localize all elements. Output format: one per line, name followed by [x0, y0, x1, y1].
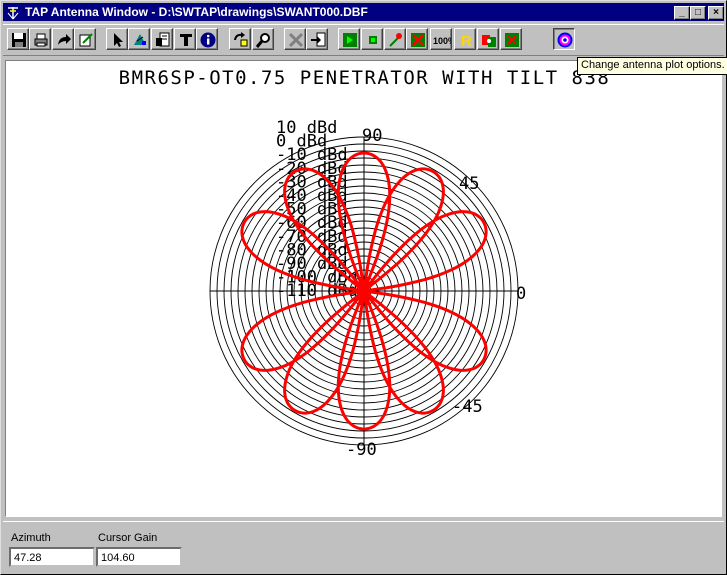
r-button[interactable]: R — [454, 28, 476, 50]
document-edit-icon — [156, 32, 170, 47]
window-title: TAP Antenna Window - D:\SWTAP\drawings\S… — [25, 5, 368, 19]
antenna-pattern-icon — [134, 34, 146, 45]
print-button[interactable] — [29, 28, 51, 50]
red-tool-button[interactable] — [406, 28, 428, 50]
angle-label-90: 90 — [362, 126, 382, 146]
red-square-icon — [411, 33, 425, 47]
close-button[interactable]: × — [708, 6, 724, 20]
probe-button[interactable] — [384, 28, 406, 50]
probe-icon — [389, 33, 402, 47]
rotate-button[interactable] — [229, 28, 251, 50]
angle-label-neg90: -90 — [346, 440, 377, 460]
compare-button[interactable] — [477, 28, 499, 50]
pattern-button[interactable] — [128, 28, 150, 50]
green-tool-1-button[interactable] — [338, 28, 360, 50]
x-delete-icon — [288, 32, 304, 48]
info-button[interactable] — [196, 28, 218, 50]
zoom-button[interactable] — [252, 28, 274, 50]
angle-label-neg45: -45 — [452, 397, 483, 417]
text-t-icon — [180, 34, 192, 46]
angle-label-45: 45 — [459, 174, 479, 194]
toolbar: 100% R — [3, 24, 724, 56]
maximize-button[interactable]: □ — [690, 6, 706, 20]
rotate-icon — [234, 32, 248, 47]
antenna-plot[interactable]: BMR6SP-OT0.75 PENETRATOR WITH TILT 838 1… — [5, 60, 722, 517]
floppy-disk-icon — [12, 33, 26, 47]
cursor-gain-field[interactable]: 104.60 — [96, 547, 182, 567]
r-icon: R — [461, 33, 472, 49]
tooltip: Change antenna plot options. — [577, 57, 727, 75]
edit-button[interactable] — [74, 28, 96, 50]
arrow-right-icon — [58, 34, 71, 45]
text-button[interactable] — [174, 28, 196, 50]
status-bar: Azimuth 47.28 Cursor Gain 104.60 — [3, 521, 724, 573]
azimuth-label: Azimuth — [11, 532, 51, 544]
title-bar[interactable]: TAP Antenna Window - D:\SWTAP\drawings\S… — [3, 3, 724, 21]
select-button[interactable] — [106, 28, 128, 50]
cursor-gain-label: Cursor Gain — [98, 532, 158, 544]
cursor-arrow-icon — [114, 33, 123, 47]
green-tool-2-button[interactable] — [361, 28, 383, 50]
green-square-red-icon — [505, 33, 519, 47]
compare-icon — [482, 35, 496, 47]
green-square-icon — [343, 33, 357, 47]
percent-button[interactable]: 100% — [430, 28, 452, 50]
properties-button[interactable] — [151, 28, 173, 50]
azimuth-field[interactable]: 47.28 — [9, 547, 95, 567]
angle-label-0: 0 — [516, 284, 526, 304]
info-icon — [200, 32, 216, 48]
magnifier-icon — [255, 33, 270, 48]
plot-options-button[interactable] — [553, 28, 575, 50]
antenna-window: TAP Antenna Window - D:\SWTAP\drawings\S… — [0, 0, 727, 575]
save-button[interactable] — [7, 28, 29, 50]
green-tool-3-button[interactable] — [500, 28, 522, 50]
percent-icon: 100% — [433, 36, 451, 46]
export-button[interactable] — [52, 28, 74, 50]
minimize-button[interactable]: _ — [674, 6, 690, 20]
green-square-small-icon — [369, 36, 377, 44]
app-icon — [7, 7, 19, 20]
target-circle-icon — [557, 32, 573, 48]
import-button[interactable] — [306, 28, 328, 50]
svg-text:R: R — [461, 33, 472, 49]
pencil-icon — [79, 33, 93, 47]
svg-text:100%: 100% — [433, 36, 451, 46]
polar-plot: 10 dBd0 dBd-10 dBd-20 dBd-30 dBd-40 dBd-… — [209, 118, 526, 460]
printer-icon — [34, 33, 48, 47]
import-icon — [311, 32, 326, 47]
delete-button[interactable] — [284, 28, 306, 50]
